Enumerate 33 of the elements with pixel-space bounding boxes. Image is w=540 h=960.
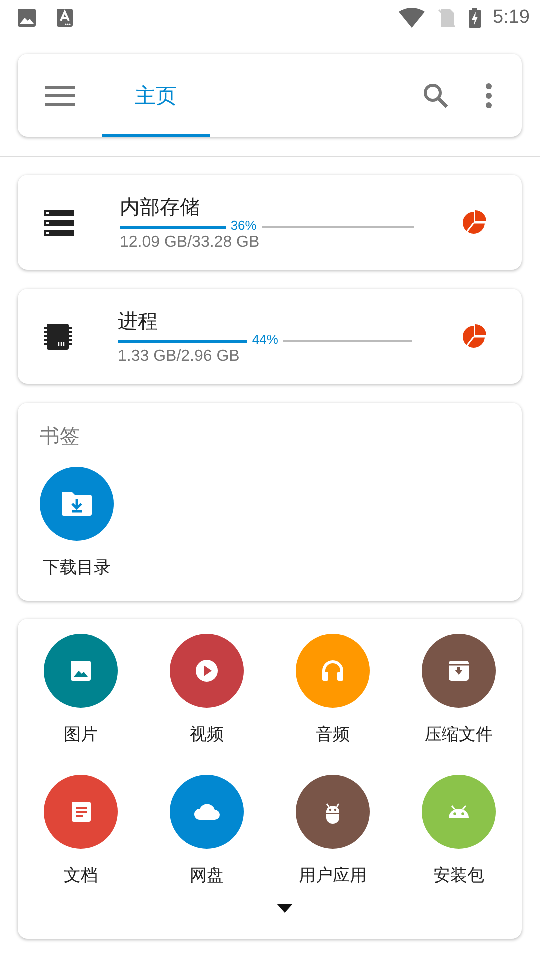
clock-time: 5:19 [493, 7, 530, 29]
category-label[interactable]: 用户应用 [299, 864, 367, 887]
home-tab[interactable]: 主页 [102, 54, 210, 137]
no-sim-icon [437, 8, 458, 28]
usage-text: 1.33 GB/2.96 GB [118, 348, 241, 366]
bookmark-label[interactable]: 下载目录 [43, 556, 111, 579]
battery-charging-icon [469, 8, 482, 28]
pie-chart-icon[interactable] [461, 210, 487, 236]
chip-icon [44, 322, 72, 350]
storage-title: 进程 [118, 308, 159, 334]
more-options-icon[interactable] [485, 82, 493, 108]
search-icon[interactable] [423, 82, 449, 108]
download-folder-icon [62, 491, 92, 517]
image-notification-icon [17, 8, 37, 28]
category-label[interactable]: 图片 [64, 723, 98, 746]
storage-card[interactable]: 内部存储 36% 12.09 GB/33.28 GB [18, 175, 522, 270]
menu-icon[interactable] [45, 84, 75, 106]
category-label[interactable]: 视频 [190, 723, 224, 746]
percent-label: 36% [226, 218, 262, 234]
category-label[interactable]: 网盘 [190, 864, 224, 887]
category-label[interactable]: 音频 [316, 723, 350, 746]
usage-text: 12.09 GB/33.28 GB [120, 234, 261, 252]
category-label[interactable]: 文档 [64, 864, 98, 887]
storage-title: 内部存储 [120, 194, 201, 220]
category-label[interactable]: 安装包 [434, 864, 484, 887]
font-notification-icon [55, 8, 75, 28]
caret-icon[interactable] [277, 904, 293, 913]
storage-icon [44, 210, 74, 236]
wifi-icon [399, 8, 426, 28]
pie-chart-icon[interactable] [461, 324, 487, 350]
storage-card[interactable]: 进程 44% 1.33 GB/2.96 GB [18, 289, 522, 384]
section-title: 书签 [40, 423, 81, 450]
category-label[interactable]: 压缩文件 [425, 723, 493, 746]
